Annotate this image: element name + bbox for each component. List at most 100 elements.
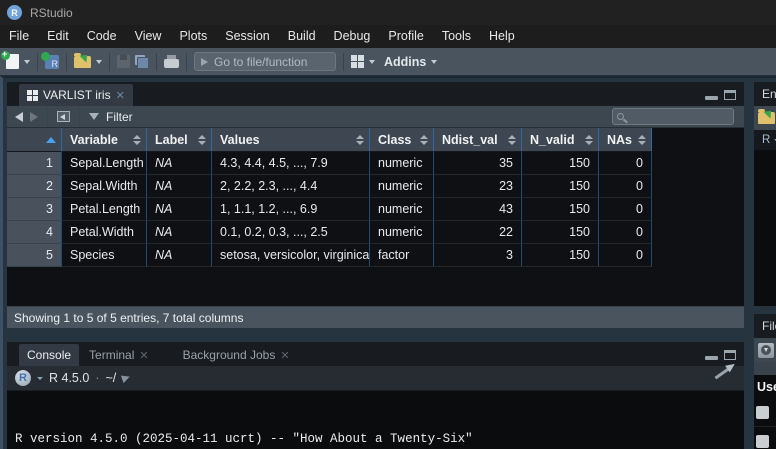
close-tab-icon[interactable]: ✕: [139, 349, 148, 362]
variable-table: Variable Label Values Class Ndist_val N_…: [7, 128, 744, 267]
menu-file[interactable]: File: [0, 25, 38, 48]
row-filler: [652, 198, 744, 221]
sort-icon[interactable]: [508, 135, 516, 145]
environment-tab-bar: Environment: [754, 82, 776, 106]
cell-label: NA: [147, 221, 212, 244]
maximize-pane-icon[interactable]: [724, 90, 736, 100]
cell-ndist-val: 35: [434, 152, 522, 175]
cell-nas: 0: [599, 244, 652, 267]
install-packages-icon[interactable]: [758, 343, 774, 358]
data-grid-icon: [27, 90, 38, 101]
menu-edit[interactable]: Edit: [38, 25, 78, 48]
package-row[interactable]: [754, 398, 776, 427]
load-workspace-icon[interactable]: [758, 112, 775, 124]
minimize-pane-icon[interactable]: [705, 91, 718, 100]
maximize-pane-icon[interactable]: [724, 350, 736, 360]
sort-icon[interactable]: [198, 135, 206, 145]
cell-n-valid: 150: [522, 244, 599, 267]
filter-button[interactable]: Filter: [106, 110, 133, 124]
table-search-input[interactable]: [612, 108, 734, 125]
close-tab-icon[interactable]: ✕: [116, 89, 125, 102]
package-row[interactable]: [754, 427, 776, 449]
sort-icon[interactable]: [133, 135, 141, 145]
go-to-file-input[interactable]: Go to file/function: [194, 52, 336, 71]
col-ndist-val[interactable]: Ndist_val: [434, 128, 522, 152]
addins-dropdown-icon[interactable]: [431, 60, 437, 64]
col-nas[interactable]: NAs: [599, 128, 652, 152]
pane-layout-dropdown-icon[interactable]: [369, 60, 375, 64]
table-status-bar: Showing 1 to 5 of 5 entries, 7 total col…: [7, 306, 744, 328]
menu-plots[interactable]: Plots: [170, 25, 216, 48]
cell-variable: Species: [62, 244, 147, 267]
addins-menu[interactable]: Addins: [384, 55, 426, 69]
filter-icon[interactable]: [89, 113, 99, 120]
sort-icon[interactable]: [638, 135, 646, 145]
row-number: 4: [7, 221, 62, 244]
forward-icon[interactable]: [30, 112, 38, 122]
sort-icon[interactable]: [356, 135, 364, 145]
tab-terminal[interactable]: Terminal ✕: [79, 344, 159, 366]
sort-icon[interactable]: [585, 135, 593, 145]
table-row[interactable]: 2 Sepal.Width NA 2, 2.2, 2.3, ..., 4.4 n…: [7, 175, 744, 198]
row-number-header[interactable]: [7, 128, 62, 152]
go-to-file-arrow-icon: [201, 58, 208, 66]
new-file-icon[interactable]: [6, 54, 19, 69]
package-checkbox[interactable]: [756, 435, 769, 448]
menu-session[interactable]: Session: [216, 25, 278, 48]
cell-values: 4.3, 4.4, 4.5, ..., 7.9: [212, 152, 370, 175]
new-project-icon[interactable]: [45, 55, 59, 69]
console-output[interactable]: R version 4.5.0 (2025-04-11 ucrt) -- "Ho…: [7, 391, 744, 449]
menu-help[interactable]: Help: [480, 25, 524, 48]
cell-nas: 0: [599, 175, 652, 198]
menu-tools[interactable]: Tools: [433, 25, 480, 48]
clear-console-icon[interactable]: [715, 368, 730, 380]
r-logo-icon[interactable]: R: [15, 370, 31, 386]
cell-variable: Petal.Length: [62, 198, 147, 221]
save-icon[interactable]: [117, 55, 130, 68]
col-n-valid[interactable]: N_valid: [522, 128, 599, 152]
packages-header-strip: [754, 362, 776, 375]
save-all-icon[interactable]: [135, 55, 149, 69]
cell-ndist-val: 3: [434, 244, 522, 267]
new-file-dropdown-icon[interactable]: [24, 60, 30, 64]
tab-environment[interactable]: Environment: [762, 87, 776, 101]
table-row[interactable]: 5 Species NA setosa, versicolor, virgini…: [7, 244, 744, 267]
open-recent-dropdown-icon[interactable]: [96, 60, 102, 64]
table-row[interactable]: 3 Petal.Length NA 1, 1.1, 1.2, ..., 6.9 …: [7, 198, 744, 221]
cell-class: numeric: [370, 175, 434, 198]
working-directory[interactable]: ~/: [105, 371, 116, 385]
go-to-directory-icon[interactable]: [121, 373, 131, 383]
tab-console[interactable]: Console: [19, 344, 79, 366]
table-row[interactable]: 4 Petal.Width NA 0.1, 0.2, 0.3, ..., 2.5…: [7, 221, 744, 244]
language-selector[interactable]: R: [762, 134, 770, 146]
show-in-new-window-icon[interactable]: [57, 111, 70, 122]
open-file-icon[interactable]: [74, 56, 91, 68]
menu-code[interactable]: Code: [78, 25, 126, 48]
toolbar-separator: [343, 53, 344, 71]
menu-bar: File Edit Code View Plots Session Build …: [0, 25, 776, 48]
tab-files[interactable]: Files: [762, 319, 776, 333]
cell-label: NA: [147, 152, 212, 175]
table-row[interactable]: 1 Sepal.Length NA 4.3, 4.4, 4.5, ..., 7.…: [7, 152, 744, 175]
menu-debug[interactable]: Debug: [325, 25, 380, 48]
sort-icon[interactable]: [420, 135, 428, 145]
back-icon[interactable]: [15, 112, 23, 122]
menu-build[interactable]: Build: [279, 25, 325, 48]
menu-view[interactable]: View: [126, 25, 171, 48]
tab-background-jobs[interactable]: Background Jobs ✕: [173, 344, 300, 366]
toolbar-separator: [66, 53, 67, 71]
close-tab-icon[interactable]: ✕: [280, 349, 289, 362]
menu-profile[interactable]: Profile: [379, 25, 432, 48]
cell-variable: Petal.Width: [62, 221, 147, 244]
col-class[interactable]: Class: [370, 128, 434, 152]
print-icon[interactable]: [164, 59, 179, 68]
col-variable[interactable]: Variable: [62, 128, 147, 152]
minimize-pane-icon[interactable]: [705, 351, 718, 360]
package-checkbox[interactable]: [756, 406, 769, 419]
tab-title: Background Jobs: [183, 348, 276, 362]
col-label[interactable]: Label: [147, 128, 212, 152]
col-values[interactable]: Values: [212, 128, 370, 152]
pane-layout-icon[interactable]: [351, 55, 364, 68]
r-version-dropdown-icon[interactable]: [37, 377, 43, 380]
tab-varlist-iris[interactable]: VARLIST iris ✕: [19, 84, 133, 106]
